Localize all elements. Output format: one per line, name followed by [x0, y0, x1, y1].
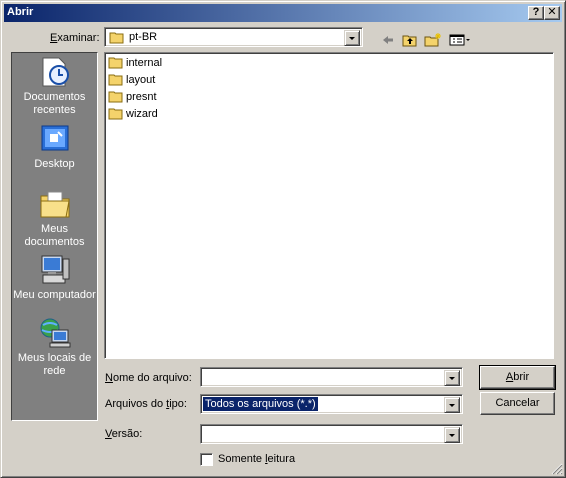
up-folder-icon[interactable] — [402, 33, 418, 47]
desktop-icon — [41, 125, 68, 151]
filename-combo[interactable] — [200, 367, 463, 387]
version-label: Versão: — [105, 428, 143, 440]
place-my-computer[interactable]: Meu computador — [12, 253, 97, 302]
network-places-icon — [40, 318, 70, 348]
filetype-label: Arquivos do tipo: — [105, 398, 187, 410]
recent-documents-icon — [42, 57, 69, 87]
folder-icon — [108, 108, 123, 120]
folder-open-icon — [109, 32, 124, 44]
version-combo[interactable] — [200, 424, 463, 444]
open-button[interactable]: Abrir — [479, 365, 556, 390]
filetype-value: Todos os arquivos (*.*) — [202, 396, 319, 412]
folder-icon — [108, 91, 123, 103]
cancel-button[interactable]: Cancelar — [480, 392, 555, 415]
readonly-label[interactable]: Somente leitura — [218, 453, 295, 465]
back-arrow-icon[interactable] — [381, 33, 395, 47]
new-folder-icon[interactable] — [424, 33, 442, 47]
resize-grip-icon[interactable] — [551, 463, 563, 475]
place-my-documents[interactable]: Meus documentos — [12, 187, 97, 249]
filetype-combo[interactable]: Todos os arquivos (*.*) — [200, 394, 463, 414]
lookin-label: Examinar: — [50, 32, 100, 44]
filetype-dropdown-button[interactable] — [444, 397, 460, 413]
file-list[interactable]: internal layout presnt wizard — [104, 52, 554, 359]
lookin-dropdown-button[interactable] — [344, 30, 360, 46]
open-dialog: Abrir ? ✕ Examinar: pt-BR Documentos rec… — [0, 0, 566, 478]
my-documents-icon — [40, 191, 70, 218]
filename-dropdown-button[interactable] — [444, 370, 460, 386]
help-button[interactable]: ? — [528, 6, 544, 20]
close-button[interactable]: ✕ — [544, 6, 560, 20]
lookin-value: pt-BR — [129, 31, 158, 43]
my-computer-icon — [41, 255, 69, 284]
lookin-combo[interactable]: pt-BR — [104, 27, 363, 47]
folder-icon — [108, 57, 123, 69]
folder-icon — [108, 74, 123, 86]
readonly-checkbox[interactable] — [200, 453, 213, 466]
version-dropdown-button[interactable] — [444, 427, 460, 443]
place-desktop[interactable]: Desktop — [12, 122, 97, 171]
places-bar: Documentos recentes Desktop Meus documen… — [11, 52, 98, 421]
place-recent-documents[interactable]: Documentos recentes — [12, 55, 97, 117]
place-network[interactable]: Meus locais de rede — [12, 316, 97, 378]
title-bar[interactable]: Abrir ? ✕ — [4, 4, 562, 22]
filename-label: Nome do arquivo: — [105, 372, 192, 384]
view-menu-icon[interactable] — [449, 33, 471, 47]
window-title: Abrir — [7, 6, 34, 18]
